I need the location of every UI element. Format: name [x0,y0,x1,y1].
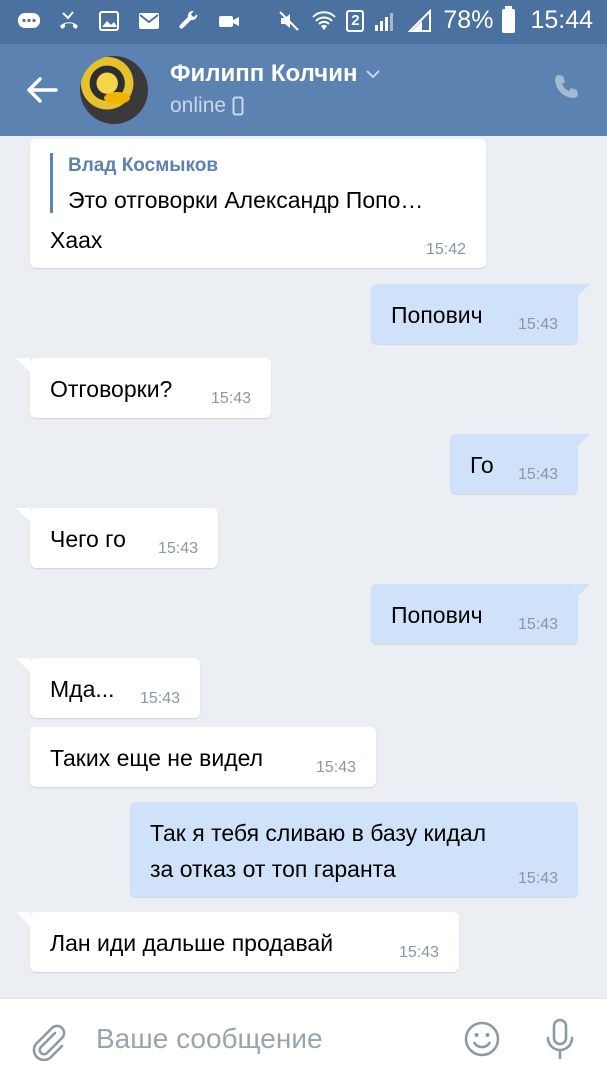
message-incoming[interactable]: Мда... 15:43 [16,658,200,718]
message-outgoing[interactable]: Попович 15:43 [371,284,590,344]
bubble-tail [16,658,30,672]
bubble-tail [576,584,590,598]
reply-author: Влад Космыков [68,155,219,176]
message-text: Мда... [50,676,115,702]
message-incoming-reply[interactable]: Влад Космыков Это отговорки Александр По… [30,139,486,268]
signal-icon-2 [408,8,434,34]
wrench-icon [176,8,202,34]
phone-icon[interactable] [551,72,581,102]
emoji-icon[interactable] [462,1019,502,1059]
message-time: 15:43 [398,944,439,961]
message-time: 15:43 [517,466,558,483]
reply-bar [50,153,53,213]
message-text: Попович [391,602,483,628]
message-text: Хаах [50,227,103,253]
message-incoming[interactable]: Чего го 15:43 [16,508,218,568]
battery-percent: 78% [443,6,494,34]
chat-header: Филипп Колчин online [0,44,607,136]
message-incoming[interactable]: Лан иди дальше продавай 15:43 [16,912,459,972]
message-input[interactable] [96,1023,426,1055]
message-time: 15:43 [517,616,558,633]
contact-name-label: Филипп Колчин [170,60,358,87]
chat-notification-icon [16,8,42,34]
message-outgoing[interactable]: Го 15:43 [450,434,590,494]
reply-quote: Это отговорки Александр Попо… [68,187,424,213]
message-text: Лан иди дальше продавай [50,930,334,956]
microphone-icon[interactable] [540,1017,580,1061]
message-text: Отговорки? [50,376,173,402]
wifi-icon [311,8,337,34]
message-text: Го [470,452,494,478]
contact-name[interactable]: Филипп Колчин [170,60,381,88]
online-status: online [170,94,227,117]
contact-status: online [170,94,244,118]
avatar[interactable] [80,56,148,124]
message-text-line2: за отказ от топ гаранта [150,856,396,882]
message-incoming[interactable]: Отговорки? 15:43 [16,358,271,418]
message-time: 15:43 [517,316,558,333]
bubble-tail [576,284,590,298]
status-bar: 2 78% 15:44 [0,0,607,44]
bubble-tail [576,434,590,448]
message-time: 15:43 [139,690,180,707]
battery-icon [502,5,516,33]
message-text: Чего го [50,526,126,552]
message-outgoing[interactable]: Так я тебя сливаю в базу кидал за отказ … [130,802,578,897]
mobile-icon [232,96,244,116]
message-text-line1: Так я тебя сливаю в базу кидал [150,820,487,846]
back-arrow-icon[interactable] [22,70,62,110]
message-time: 15:43 [315,759,356,776]
sim-badge: 2 [346,9,365,32]
message-text: Таких еще не видел [50,745,264,771]
bubble-tail [16,508,30,522]
image-icon [96,8,122,34]
message-time: 15:43 [157,540,198,557]
bubble-tail [16,358,30,372]
message-time: 15:43 [210,390,251,407]
message-time: 15:43 [517,870,558,887]
video-camera-icon [216,8,242,34]
message-incoming[interactable]: Таких еще не видел 15:43 [30,727,376,787]
chevron-down-icon [366,70,381,79]
message-time: 15:42 [425,241,466,258]
mail-icon [136,8,162,34]
message-text: Попович [391,302,483,328]
signal-icon [373,8,399,34]
paperclip-icon[interactable] [28,1021,66,1062]
message-outgoing[interactable]: Попович 15:43 [371,584,590,644]
message-composer [0,998,607,1080]
missed-call-icon [56,8,82,34]
bubble-tail [16,912,30,926]
mute-icon [276,8,302,34]
clock: 15:44 [530,6,593,34]
